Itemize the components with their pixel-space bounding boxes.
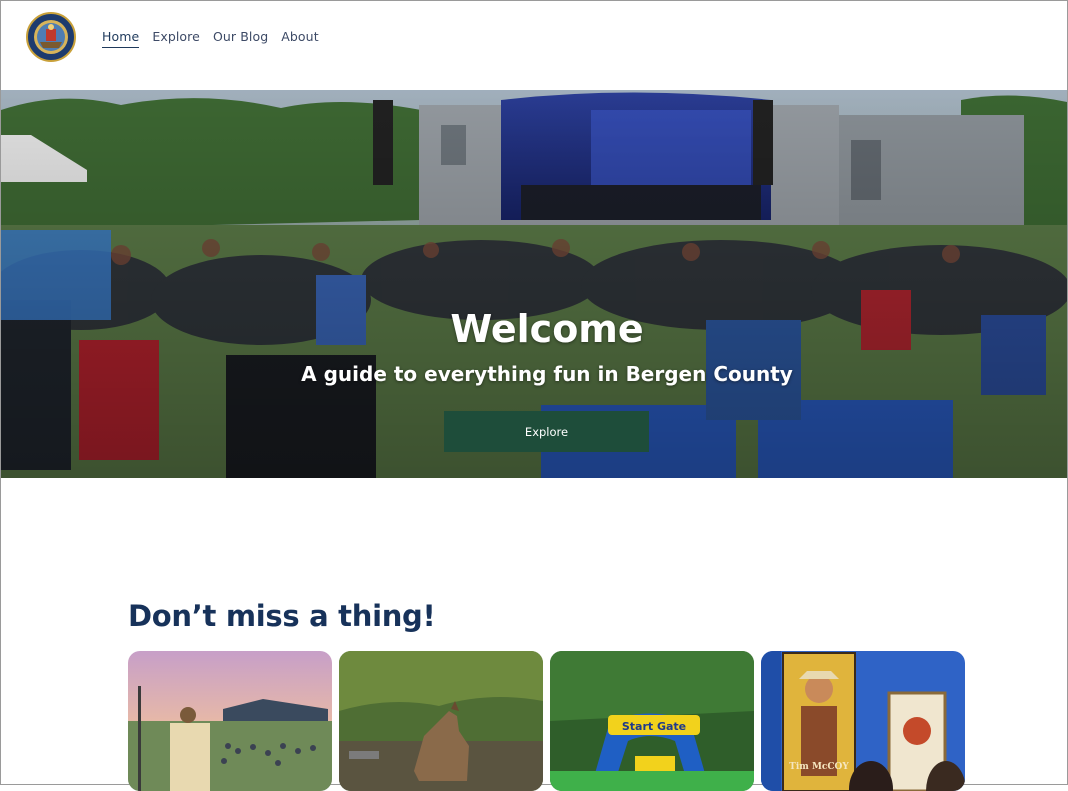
outdoor-concert-photo	[128, 651, 332, 791]
inflatable-obstacle-course-photo: Start Gate	[550, 651, 754, 791]
event-card[interactable]	[128, 651, 332, 791]
nav-item-explore[interactable]: Explore	[152, 29, 200, 48]
event-card[interactable]: Tim McCOY	[761, 651, 965, 791]
coyote-wildlife-photo	[339, 651, 543, 791]
event-card[interactable]: Start Gate	[550, 651, 754, 791]
explore-button[interactable]: Explore	[444, 411, 649, 452]
section-title: Don’t miss a thing!	[128, 599, 436, 633]
main-nav: Home Explore Our Blog About	[102, 29, 332, 48]
museum-posters-photo: Tim McCOY	[761, 651, 965, 791]
start-gate-sign-text: Start Gate	[622, 720, 686, 733]
county-seal-logo[interactable]	[26, 12, 76, 62]
event-cards: Start Gate Tim McCOY	[128, 651, 966, 791]
hero-title: Welcome	[450, 307, 644, 351]
poster-title-text: Tim McCOY	[789, 762, 849, 772]
nav-item-about[interactable]: About	[281, 29, 318, 48]
nav-item-home[interactable]: Home	[102, 29, 140, 48]
event-card[interactable]	[339, 651, 543, 791]
site-header: Home Explore Our Blog About	[1, 1, 1067, 90]
nav-item-our-blog[interactable]: Our Blog	[213, 29, 268, 48]
hero-subtitle: A guide to everything fun in Bergen Coun…	[301, 362, 793, 386]
